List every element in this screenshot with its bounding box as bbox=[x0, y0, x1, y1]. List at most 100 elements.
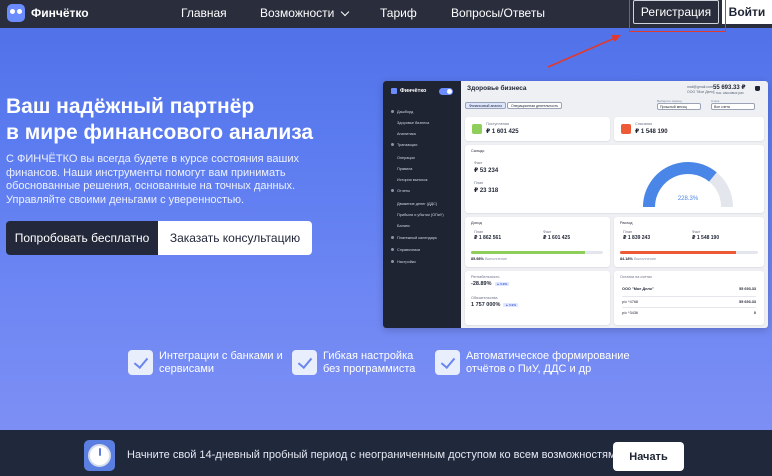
nav-link-home[interactable]: Главная bbox=[181, 6, 227, 20]
expense-icon bbox=[621, 124, 631, 134]
feature-text: Гибкая настройка без программиста bbox=[323, 350, 415, 376]
accounts-title: Остатки на счетах bbox=[620, 275, 652, 279]
cost-bar-fill bbox=[620, 251, 736, 254]
dashboard-logo: Финчётко bbox=[391, 88, 426, 94]
feature-line: сервисами bbox=[159, 363, 215, 375]
rev-fact: ₽ 1 601 425 bbox=[543, 235, 571, 241]
cost-card: Расход План ₽ 1 839 243 Факт ₽ 1 548 190… bbox=[614, 217, 764, 267]
sidebar-item-rules: Правила bbox=[397, 167, 413, 171]
account-row: р/с *3436 0 bbox=[622, 307, 756, 317]
period-select: Прошлый месяц bbox=[657, 103, 701, 110]
cost-pct-value: 84.18% bbox=[620, 257, 633, 261]
cost-pct-label: Выполнение bbox=[633, 257, 657, 261]
revenue-title: Доход bbox=[471, 221, 482, 225]
profitability-value: -28.89% bbox=[471, 281, 492, 287]
brand-logo[interactable]: Финчётко bbox=[7, 4, 89, 22]
try-free-button[interactable]: Попробовать бесплатно bbox=[6, 221, 158, 255]
cost-bar bbox=[620, 251, 758, 254]
account-value: 55 693.33 bbox=[739, 287, 756, 291]
rev-plan-label: План bbox=[474, 230, 484, 234]
feature-line: Интеграции с банками и bbox=[159, 350, 283, 362]
sidebar-item-transactions: Транзакции bbox=[391, 143, 417, 147]
account-row: ООО "Мое Дело" 55 693.33 bbox=[622, 284, 756, 294]
book-icon bbox=[391, 248, 394, 251]
saldo-card: Сальдо Факт ₽ 53 234 План ₽ 23 318 228.3… bbox=[465, 145, 764, 213]
revenue-bar-fill bbox=[471, 251, 585, 254]
chevron-down-icon bbox=[341, 7, 350, 17]
saldo-plan: ₽ 23 318 bbox=[474, 188, 499, 194]
nav-link-features[interactable]: Возможности bbox=[260, 6, 350, 20]
nav-link-pricing[interactable]: Тариф bbox=[380, 6, 417, 20]
hero-title-line2: в мире финансового анализа bbox=[6, 121, 314, 144]
hero-title: Ваш надёжный партнёр в мире финансового … bbox=[6, 94, 366, 146]
feature-flexible-setup: Гибкая настройка без программиста bbox=[292, 350, 415, 376]
brand-name: Финчётко bbox=[31, 6, 89, 20]
account-name: р/с *4768 bbox=[622, 300, 639, 304]
rev-pct: 85.98% Выполнение bbox=[471, 257, 507, 261]
cost-plan-label: План bbox=[623, 230, 633, 234]
user-info: mail@gmail.com ООО "Мое Дело" bbox=[687, 85, 715, 94]
dashboard-title: Здоровье бизнеса bbox=[467, 85, 527, 92]
dashboard-icon bbox=[391, 110, 394, 113]
cost-plan: ₽ 1 839 243 bbox=[623, 235, 651, 241]
sidebar-label: Дашборд bbox=[397, 110, 414, 114]
sidebar-item-statements: История выписок bbox=[397, 178, 428, 182]
income-icon bbox=[472, 124, 482, 134]
obligations-value: 1 757 000% bbox=[471, 302, 501, 308]
saldo-gauge: 228.3% bbox=[615, 149, 761, 211]
hero-title-line1: Ваш надёжный партнёр bbox=[6, 95, 255, 118]
gear-icon bbox=[391, 260, 394, 263]
feature-line: Автоматическое формирование bbox=[466, 350, 630, 362]
user-company: ООО "Мое Дело" bbox=[687, 89, 715, 94]
dashboard-brand: Финчётко bbox=[400, 88, 427, 94]
obligations-badge: ▲ 0.9% bbox=[503, 302, 518, 307]
sidebar-label: Транзакции bbox=[397, 143, 418, 147]
calendar-icon bbox=[391, 236, 394, 239]
feature-text: Автоматическое формирование отчётов о ПиУ… bbox=[466, 350, 630, 376]
hero-description: С ФИНЧЁТКО вы всегда будете в курсе сост… bbox=[6, 153, 299, 206]
cost-fact: ₽ 1 548 190 bbox=[692, 235, 720, 241]
checkmark-icon bbox=[292, 350, 317, 375]
profitability-label: Рентабельность bbox=[471, 275, 500, 279]
theme-toggle bbox=[439, 88, 453, 95]
obligations-label: Обязательства bbox=[471, 296, 498, 300]
transactions-icon bbox=[391, 143, 394, 146]
balance-sub: 1 тыс. кассовых раз bbox=[713, 91, 744, 95]
feature-integrations: Интеграции с банками и сервисами bbox=[128, 350, 283, 376]
accounts-card: Остатки на счетах ООО "Мое Дело" 55 693.3… bbox=[614, 271, 764, 325]
saldo-plan-label: План bbox=[474, 181, 484, 185]
login-button[interactable]: Войти bbox=[722, 0, 772, 24]
dashboard-sidebar: Финчётко Дашборд Здоровье бизнеса Аналит… bbox=[383, 81, 461, 328]
account-name: ООО "Мое Дело" bbox=[622, 287, 654, 291]
income-value: ₽ 1 601 425 bbox=[486, 129, 519, 135]
stopwatch-icon bbox=[84, 440, 115, 471]
tab-operational: Операционная деятельность bbox=[507, 102, 563, 109]
sidebar-item-calendar: Платежный календарь bbox=[391, 236, 437, 240]
order-consultation-button[interactable]: Заказать консультацию bbox=[158, 221, 312, 255]
dashboard-main: Здоровье бизнеса mail@gmail.com ООО "Мое… bbox=[461, 81, 768, 328]
nav-link-faq[interactable]: Вопросы/Ответы bbox=[451, 6, 545, 20]
sidebar-item-opiu: Прибыли и убытки (ОПиУ) bbox=[397, 213, 444, 217]
profitability-badge: ▲ 0.9% bbox=[494, 281, 510, 286]
sidebar-label: Отчеты bbox=[397, 189, 411, 193]
sidebar-item-dds: Движение денег (ДДС) bbox=[397, 202, 438, 206]
account-select: Все счета bbox=[711, 103, 755, 110]
sidebar-item-dashboard: Дашборд bbox=[391, 110, 413, 114]
feature-line: отчётов о ПиУ, ДДС и др bbox=[466, 363, 592, 375]
sidebar-item-reports: Отчеты bbox=[391, 189, 410, 193]
cost-title: Расход bbox=[620, 221, 633, 225]
account-row: р/с *4768 55 693.33 bbox=[622, 296, 756, 306]
obligations-row: 1 757 000% ▲ 0.9% bbox=[471, 302, 518, 308]
account-value: 55 693.33 bbox=[739, 300, 756, 304]
sidebar-item-directories: Справочники bbox=[391, 248, 420, 252]
cost-fact-label: Факт bbox=[692, 230, 701, 234]
start-button[interactable]: Начать bbox=[613, 442, 684, 471]
revenue-bar bbox=[471, 251, 603, 254]
account-name: р/с *3436 bbox=[622, 311, 639, 315]
saldo-fact: ₽ 53 234 bbox=[474, 168, 499, 174]
cost-pct: 84.18% Выполнение bbox=[620, 257, 656, 261]
sidebar-item-balance: Баланс bbox=[397, 224, 410, 228]
income-label: Поступления bbox=[486, 122, 510, 126]
feature-text: Интеграции с банками и сервисами bbox=[159, 350, 283, 376]
sidebar-item-analytics: Аналитика bbox=[397, 132, 416, 136]
